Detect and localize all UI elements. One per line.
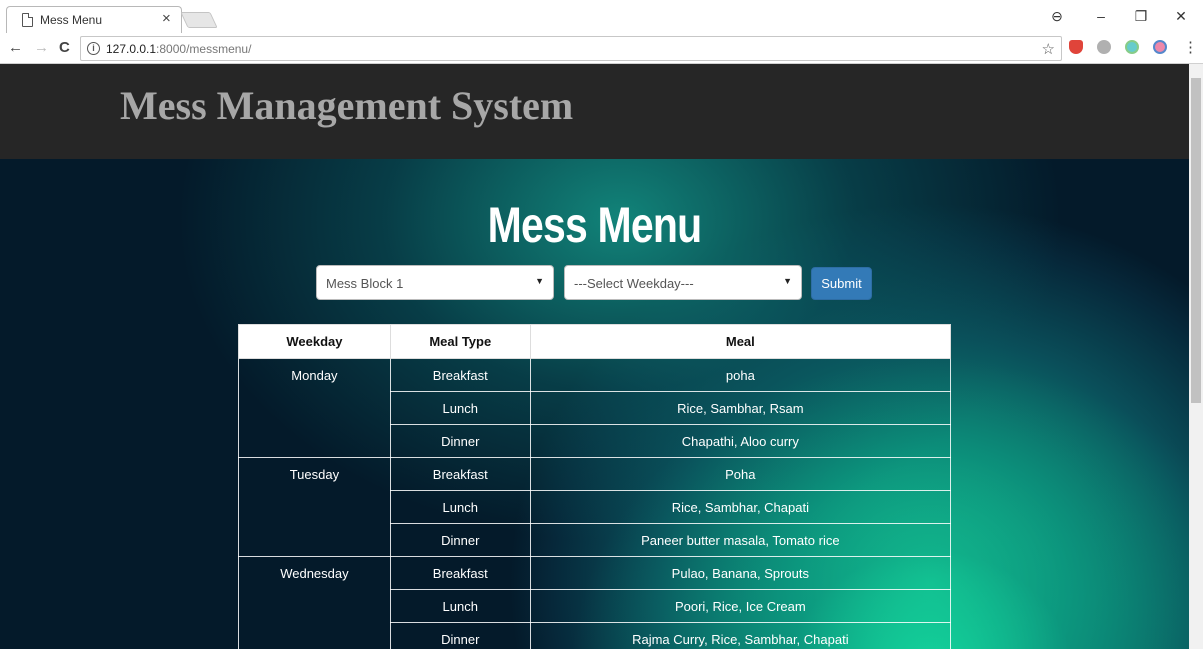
restore-button[interactable]: ❐	[1131, 8, 1151, 25]
dropdown-arrow-icon: ▼	[535, 276, 544, 286]
weekday-cell: Wednesday	[238, 556, 391, 649]
forward-button[interactable]: →	[34, 39, 49, 56]
mess-block-select[interactable]: Mess Block 1 ▼	[316, 265, 554, 300]
meal-type-cell: Dinner	[389, 622, 531, 649]
scrollbar-thumb[interactable]	[1191, 78, 1201, 403]
meal-type-cell: Lunch	[389, 490, 531, 524]
site-title: Mess Management System	[120, 83, 574, 128]
profile-icon[interactable]: ⊖	[1047, 8, 1067, 25]
meal-type-cell: Breakfast	[389, 358, 531, 392]
bookmark-star-icon[interactable]: ☆	[1042, 40, 1055, 58]
meal-type-cell: Breakfast	[389, 457, 531, 491]
meal-cell: Paneer butter masala, Tomato rice	[529, 523, 952, 557]
browser-toolbar: ← → C i 127.0.0.1:8000/messmenu/ ☆ ⋮	[0, 33, 1203, 64]
url-text: 127.0.0.1:8000/messmenu/	[106, 42, 251, 56]
address-bar[interactable]: i 127.0.0.1:8000/messmenu/ ☆	[80, 36, 1062, 61]
meal-type-cell: Dinner	[389, 523, 531, 557]
browser-tab[interactable]: Mess Menu ×	[6, 6, 182, 33]
page-icon	[22, 13, 33, 27]
back-button[interactable]: ←	[8, 39, 23, 56]
reload-button[interactable]: C	[59, 39, 70, 56]
cloud-extension-icon[interactable]	[1125, 40, 1139, 54]
meal-cell: Rice, Sambhar, Rsam	[529, 391, 952, 425]
meal-cell: Poori, Rice, Ice Cream	[529, 589, 952, 623]
cube-extension-icon[interactable]	[1097, 40, 1111, 54]
tab-title: Mess Menu	[40, 13, 103, 27]
table-row: Monday Breakfast poha	[238, 358, 952, 458]
browser-menu-icon[interactable]: ⋮	[1183, 38, 1198, 56]
meal-cell: Chapathi, Aloo curry	[529, 424, 952, 458]
shield-extension-icon[interactable]	[1069, 40, 1083, 54]
url-host: 127.0.0.1	[106, 42, 157, 56]
table-row: Tuesday Breakfast Poha	[238, 457, 952, 557]
close-window-button[interactable]: ✕	[1171, 8, 1191, 25]
meal-cell: Rajma Curry, Rice, Sambhar, Chapati	[529, 622, 952, 649]
mess-block-value: Mess Block 1	[326, 276, 404, 291]
menu-table: Weekday Meal Type Meal Monday Breakfast …	[238, 324, 952, 649]
tab-close-icon[interactable]: ×	[162, 10, 171, 27]
weekday-cell: Monday	[238, 358, 391, 458]
url-path: :8000/messmenu/	[156, 42, 252, 56]
avatar-extension-icon[interactable]	[1153, 40, 1167, 54]
submit-button[interactable]: Submit	[811, 267, 872, 300]
meal-cell: Rice, Sambhar, Chapati	[529, 490, 952, 524]
minimize-button[interactable]: –	[1091, 8, 1111, 24]
meal-type-cell: Breakfast	[389, 556, 531, 590]
dropdown-arrow-icon: ▼	[783, 276, 792, 286]
weekday-cell: Tuesday	[238, 457, 391, 557]
weekday-value: ---Select Weekday---	[574, 276, 694, 291]
page-content: Mess Management System Mess Menu Mess Bl…	[0, 64, 1189, 649]
new-tab-button[interactable]	[180, 12, 218, 28]
meal-type-cell: Lunch	[389, 391, 531, 425]
meal-cell: Poha	[529, 457, 952, 491]
weekday-select[interactable]: ---Select Weekday--- ▼	[564, 265, 802, 300]
meal-type-cell: Dinner	[389, 424, 531, 458]
column-header-weekday: Weekday	[238, 324, 391, 359]
site-header: Mess Management System	[0, 64, 1189, 159]
meal-cell: poha	[529, 358, 952, 392]
table-row: Wednesday Breakfast Pulao, Banana, Sprou…	[238, 556, 952, 649]
column-header-meal-type: Meal Type	[389, 324, 531, 359]
scrollbar[interactable]	[1189, 64, 1203, 649]
browser-tab-strip: Mess Menu × ⊖ – ❐ ✕	[0, 0, 1203, 33]
column-header-meal: Meal	[529, 324, 952, 359]
meal-type-cell: Lunch	[389, 589, 531, 623]
info-icon[interactable]: i	[87, 42, 100, 55]
table-header-row: Weekday Meal Type Meal	[238, 324, 952, 359]
page-title: Mess Menu	[487, 197, 702, 253]
meal-cell: Pulao, Banana, Sprouts	[529, 556, 952, 590]
